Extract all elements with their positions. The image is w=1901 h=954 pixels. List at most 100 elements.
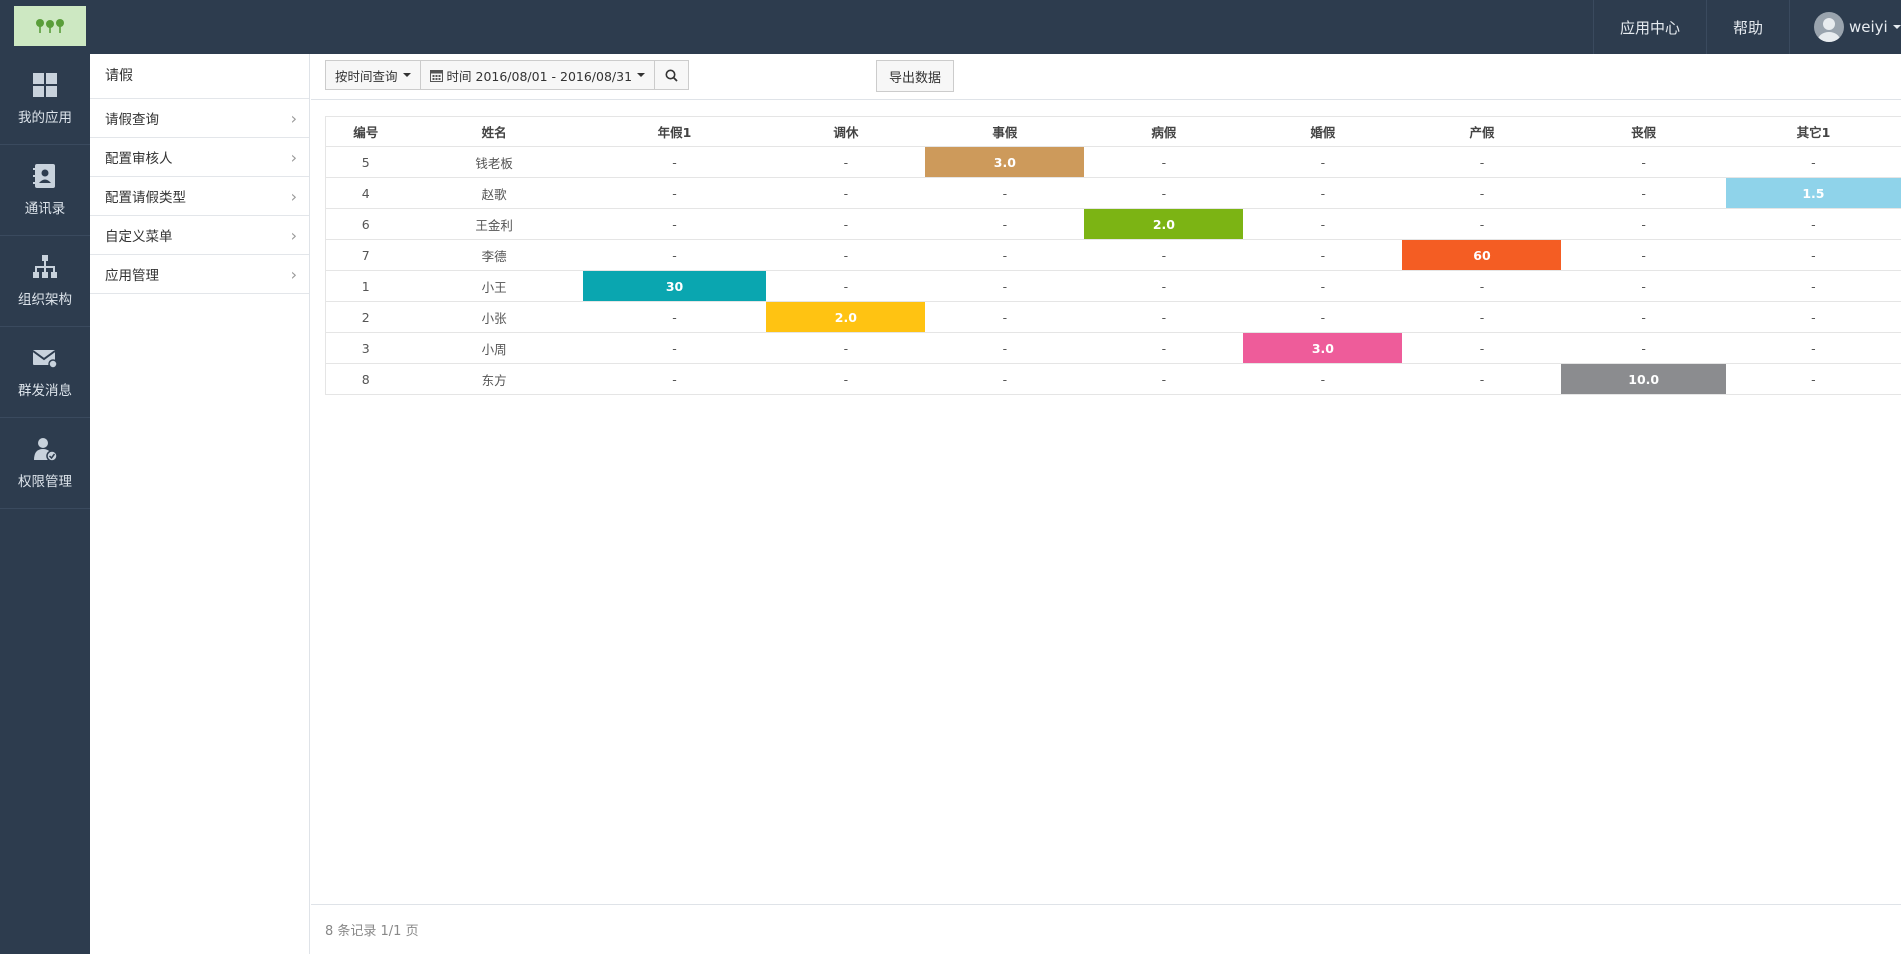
submenu-title: 请假 <box>90 54 309 99</box>
table-cell: 小周 <box>405 332 583 364</box>
column-header: 病假 <box>1084 116 1244 147</box>
table-row[interactable]: 6 王金利 - - -2.0- - - - <box>325 208 1901 240</box>
leave-table-container: 编号 姓名 年假1 调休 事假 病假 婚假 产假 丧假 其它1 5 钱老板 - -3.0- - - - -4 赵歌… <box>325 116 1901 395</box>
user-menu[interactable]: weiyi <box>1789 0 1901 54</box>
table-cell: - <box>1402 177 1562 209</box>
submenu-item-label: 配置请假类型 <box>105 190 186 206</box>
column-header: 产假 <box>1402 116 1562 147</box>
submenu-item-label: 配置审核人 <box>105 151 173 167</box>
table-cell: 3.0 <box>1243 332 1403 364</box>
table-cell: 1 <box>325 270 406 302</box>
table-cell: - <box>925 270 1085 302</box>
table-cell: - <box>1084 332 1244 364</box>
table-header-row: 编号 姓名 年假1 调休 事假 病假 婚假 产假 丧假 其它1 <box>325 116 1901 147</box>
sidebar-item-permissions[interactable]: 权限管理 <box>0 418 90 509</box>
date-range-picker[interactable]: 时间 2016/08/01 - 2016/08/31 <box>420 60 656 90</box>
table-cell: - <box>1243 270 1403 302</box>
table-cell: - <box>1402 301 1562 333</box>
table-row[interactable]: 8 东方 - - - - - -10.0- <box>325 363 1901 395</box>
table-row[interactable]: 2 小张 -2.0- - - - - - <box>325 301 1901 333</box>
column-header: 事假 <box>925 116 1085 147</box>
table-cell: 5 <box>325 146 406 178</box>
user-name: weiyi <box>1849 18 1888 36</box>
table-cell: - <box>1402 363 1562 395</box>
query-mode-dropdown[interactable]: 按时间查询 <box>325 60 421 90</box>
table-cell: - <box>925 301 1085 333</box>
table-cell: - <box>925 208 1085 240</box>
sidebar-item-label: 通讯录 <box>24 201 66 217</box>
table-cell: 1.5 <box>1725 177 1901 209</box>
table-cell: 10.0 <box>1561 363 1726 395</box>
table-cell: - <box>1725 239 1901 271</box>
sidebar-item-label: 我的应用 <box>18 110 72 126</box>
column-header: 其它1 <box>1725 116 1901 147</box>
table-cell: - <box>1561 270 1726 302</box>
table-cell: - <box>582 177 767 209</box>
submenu-item-app-management[interactable]: 应用管理 › <box>90 255 309 294</box>
table-cell: - <box>1084 270 1244 302</box>
chevron-down-icon <box>637 73 646 77</box>
table-cell: 4 <box>325 177 406 209</box>
table-cell: - <box>766 146 926 178</box>
table-cell: 小张 <box>405 301 583 333</box>
table-cell: - <box>1725 146 1901 178</box>
table-cell: - <box>1561 239 1726 271</box>
org-chart-icon <box>33 255 57 278</box>
column-header: 年假1 <box>582 116 767 147</box>
date-range-label: 时间 2016/08/01 - 2016/08/31 <box>446 68 633 84</box>
top-bar: 应用中心 帮助 weiyi <box>0 0 1901 54</box>
user-permission-icon <box>34 438 58 462</box>
top-nav: 应用中心 帮助 weiyi <box>1592 0 1901 54</box>
submenu-item-leave-query[interactable]: 请假查询 › <box>90 99 309 138</box>
table-cell: - <box>1402 146 1562 178</box>
tree-logo-icon <box>36 19 64 33</box>
sidebar-item-my-apps[interactable]: 我的应用 <box>0 54 90 145</box>
sidebar-item-org[interactable]: 组织架构 <box>0 236 90 327</box>
submenu-item-custom-menu[interactable]: 自定义菜单 › <box>90 216 309 255</box>
table-row[interactable]: 3 小周 - - - -3.0- - - <box>325 332 1901 364</box>
nav-app-center[interactable]: 应用中心 <box>1592 0 1706 54</box>
nav-help[interactable]: 帮助 <box>1705 0 1789 54</box>
table-row[interactable]: 4 赵歌 - - - - - - -1.5 <box>325 177 1901 209</box>
table-cell: - <box>1561 332 1726 364</box>
table-cell: - <box>1725 270 1901 302</box>
chevron-right-icon: › <box>290 264 297 284</box>
chevron-down-icon <box>1892 25 1901 29</box>
sidebar-item-broadcast[interactable]: 群发消息 <box>0 327 90 418</box>
chevron-right-icon: › <box>290 186 297 206</box>
search-button[interactable] <box>655 60 690 90</box>
table-cell: - <box>1561 208 1726 240</box>
table-cell: - <box>766 363 926 395</box>
submenu-item-approvers[interactable]: 配置审核人 › <box>90 138 309 177</box>
search-icon <box>665 69 678 82</box>
table-cell: - <box>1243 301 1403 333</box>
table-cell: 3 <box>325 332 406 364</box>
submenu-item-leave-types[interactable]: 配置请假类型 › <box>90 177 309 216</box>
table-row[interactable]: 1 小王 30- - - - - - - <box>325 270 1901 302</box>
table-cell: - <box>1725 208 1901 240</box>
column-header: 丧假 <box>1561 116 1726 147</box>
table-cell: - <box>1725 332 1901 364</box>
table-row[interactable]: 5 钱老板 - -3.0- - - - - <box>325 146 1901 178</box>
table-row[interactable]: 7 李德 - - - - -60- - <box>325 239 1901 271</box>
logo[interactable] <box>14 6 86 46</box>
table-cell: - <box>1561 146 1726 178</box>
table-cell: 8 <box>325 363 406 395</box>
table-cell: - <box>582 363 767 395</box>
table-cell: 东方 <box>405 363 583 395</box>
table-cell: 60 <box>1402 239 1562 271</box>
column-header: 婚假 <box>1243 116 1403 147</box>
sidebar-item-label: 群发消息 <box>18 383 72 399</box>
sidebar-item-contacts[interactable]: 通讯录 <box>0 145 90 236</box>
table-cell: - <box>1725 363 1901 395</box>
contacts-icon <box>33 164 55 188</box>
export-button[interactable]: 导出数据 <box>876 60 955 92</box>
table-cell: - <box>766 332 926 364</box>
record-summary: 8 条记录 1/1 页 <box>325 924 419 939</box>
table-cell: 2 <box>325 301 406 333</box>
table-cell: - <box>1725 301 1901 333</box>
table-cell: 王金利 <box>405 208 583 240</box>
pagination-footer: 8 条记录 1/1 页 <box>311 904 1901 954</box>
table-cell: 6 <box>325 208 406 240</box>
table-cell: - <box>582 146 767 178</box>
